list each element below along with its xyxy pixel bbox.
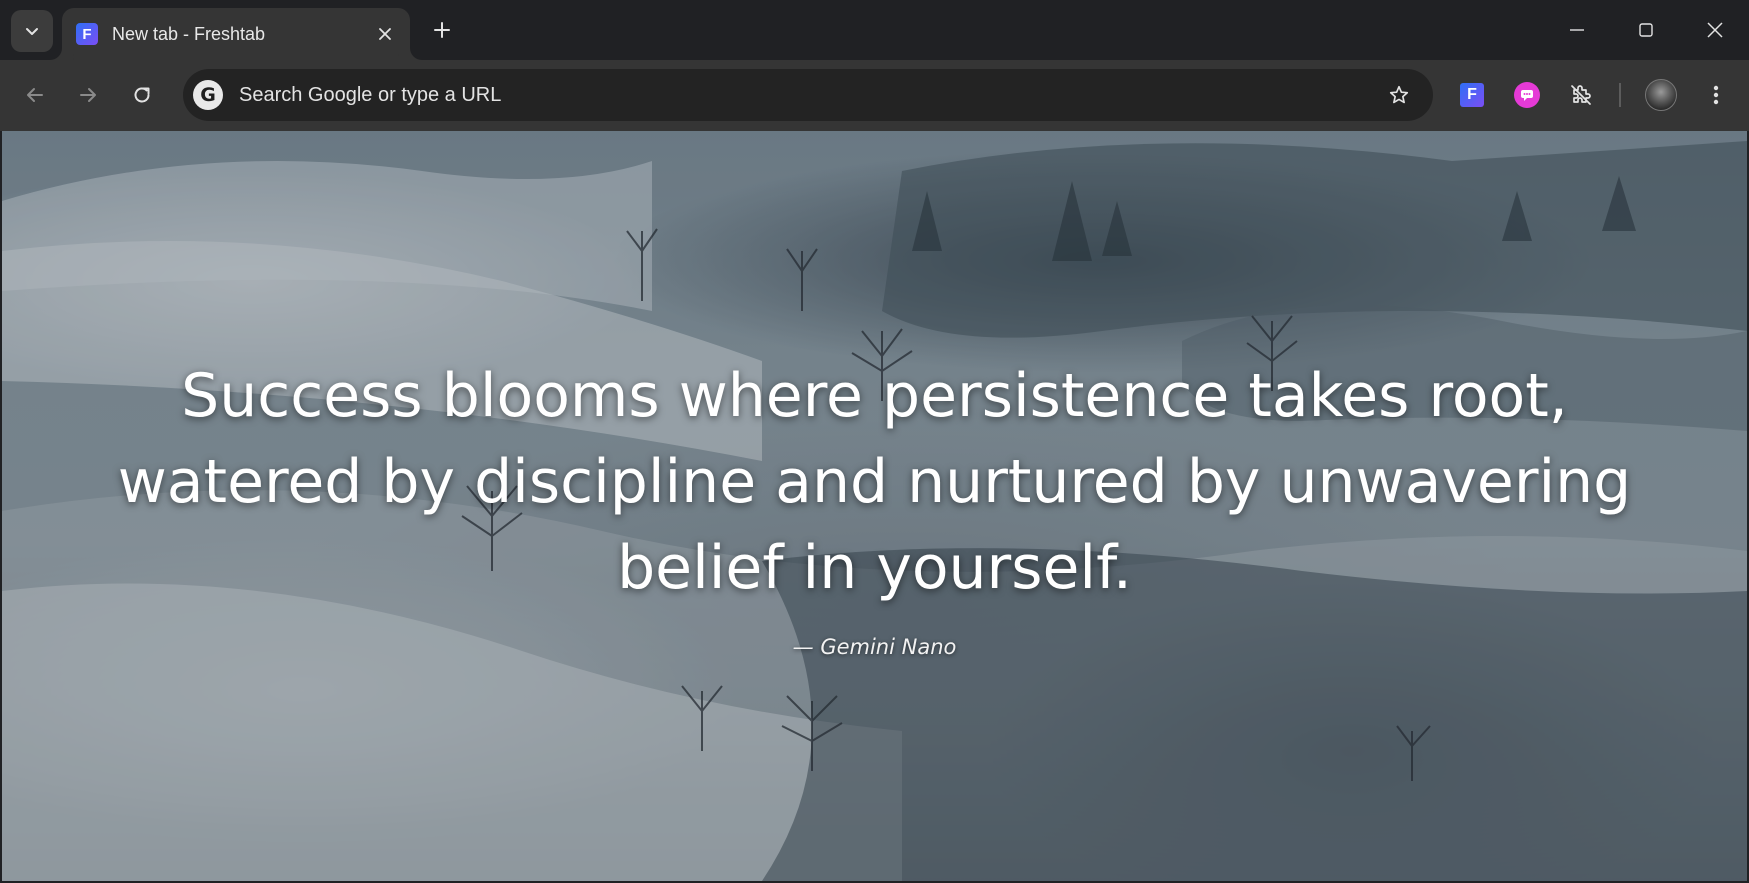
close-icon	[379, 28, 391, 40]
reload-icon	[134, 87, 150, 103]
minimize-button[interactable]	[1542, 0, 1611, 60]
browser-window: F New tab - Freshtab G Search Google or …	[0, 0, 1749, 883]
forward-button[interactable]	[68, 75, 108, 115]
arrow-right-icon	[80, 88, 96, 102]
extensions-button[interactable]	[1561, 75, 1601, 115]
close-window-button[interactable]	[1680, 0, 1749, 60]
freshtab-extension-button[interactable]: F	[1452, 75, 1492, 115]
freshtab-favicon-icon: F	[76, 23, 98, 45]
toolbar: G Search Google or type a URL F	[0, 60, 1749, 131]
reload-button[interactable]	[122, 75, 162, 115]
more-vertical-icon	[1713, 85, 1719, 105]
arrow-left-icon	[27, 88, 43, 102]
address-bar-placeholder: Search Google or type a URL	[239, 83, 502, 106]
address-bar[interactable]: G Search Google or type a URL	[183, 69, 1433, 121]
chat-bubble-icon	[1514, 82, 1540, 108]
maximize-button[interactable]	[1611, 0, 1680, 60]
close-icon	[1706, 22, 1723, 38]
maximize-icon	[1638, 23, 1653, 37]
back-button[interactable]	[15, 75, 55, 115]
tab-close-button[interactable]	[372, 21, 398, 47]
plus-icon	[434, 22, 450, 38]
new-tab-button[interactable]	[425, 13, 459, 47]
quote-author: — Gemini Nano	[792, 635, 957, 659]
tab-strip: F New tab - Freshtab	[0, 0, 1749, 60]
browser-menu-button[interactable]	[1696, 75, 1736, 115]
toolbar-divider	[1619, 83, 1621, 107]
tab-new-tab[interactable]: F New tab - Freshtab	[62, 8, 410, 60]
freshtab-extension-icon: F	[1460, 83, 1484, 107]
window-controls	[1542, 0, 1749, 60]
tab-search-button[interactable]	[11, 10, 53, 52]
bookmark-button[interactable]	[1379, 75, 1419, 115]
google-logo-icon: G	[193, 80, 223, 110]
profile-avatar[interactable]	[1645, 79, 1677, 111]
tab-title: New tab - Freshtab	[112, 23, 266, 44]
quote-text: Success blooms where persistence takes r…	[117, 361, 1632, 603]
puzzle-off-icon	[1571, 85, 1591, 105]
quote-container: Success blooms where persistence takes r…	[2, 353, 1747, 659]
chat-extension-button[interactable]	[1507, 75, 1547, 115]
new-tab-page: Success blooms where persistence takes r…	[2, 131, 1747, 881]
minimize-icon	[1569, 29, 1584, 31]
chevron-down-icon	[26, 28, 38, 35]
star-icon	[1389, 85, 1409, 104]
